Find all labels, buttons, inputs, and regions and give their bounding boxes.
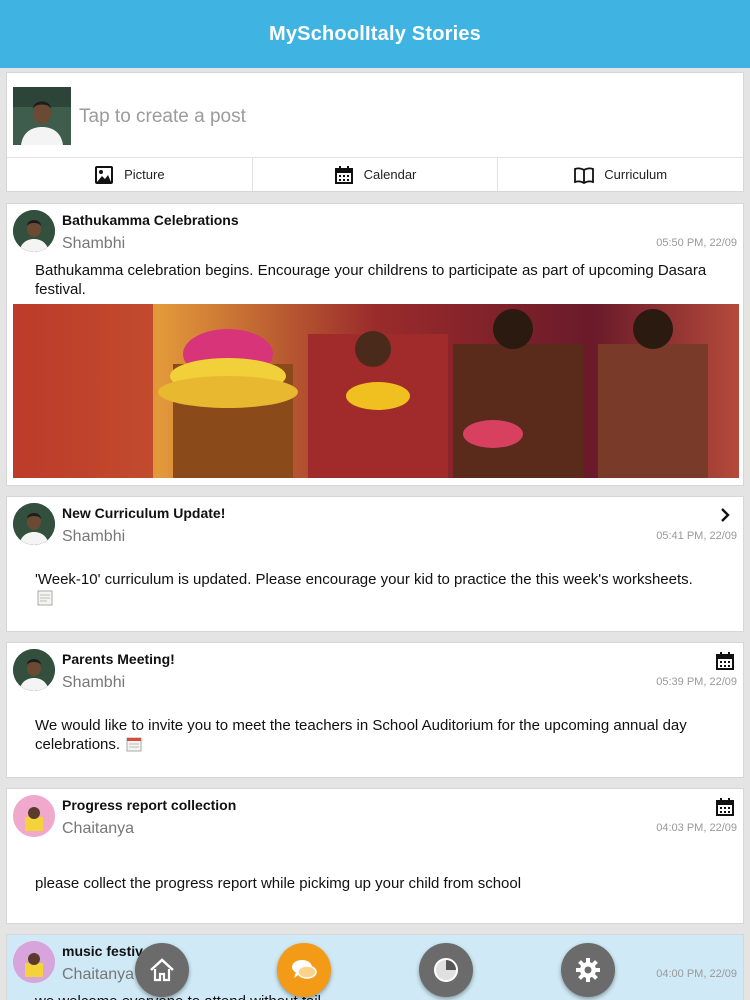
post-body: Bathukamma celebration begins. Encourage… bbox=[35, 262, 707, 298]
settings-tab-button[interactable] bbox=[561, 943, 615, 997]
post-body-wrap: 'Week-10' curriculum is updated. Please … bbox=[35, 570, 713, 608]
post-timestamp: 04:00 PM, 22/09 bbox=[656, 968, 737, 980]
home-tab-button[interactable] bbox=[135, 943, 189, 997]
avatar bbox=[13, 503, 55, 545]
chevron-right-icon[interactable] bbox=[715, 505, 735, 525]
post-title: Bathukamma Celebrations bbox=[62, 212, 239, 228]
clock-icon bbox=[434, 958, 458, 982]
post-composer[interactable]: Tap to create a post Picture Calendar Cu… bbox=[6, 72, 744, 192]
picture-icon bbox=[95, 165, 114, 184]
picture-button[interactable]: Picture bbox=[7, 158, 252, 191]
post-title: New Curriculum Update! bbox=[62, 505, 226, 521]
post-author: Shambhi bbox=[62, 528, 126, 545]
post-title: Parents Meeting! bbox=[62, 651, 175, 667]
book-icon bbox=[574, 166, 595, 184]
post-author: Chaitanya bbox=[62, 820, 135, 837]
calendar-icon[interactable] bbox=[715, 797, 735, 817]
avatar bbox=[13, 649, 55, 691]
note-icon bbox=[37, 590, 53, 606]
app-header: MySchoolItaly Stories bbox=[0, 0, 750, 68]
post-card[interactable]: Bathukamma Celebrations Shambhi 05:50 PM… bbox=[6, 203, 744, 486]
chat-bubbles-icon bbox=[292, 960, 317, 979]
post-timestamp: 05:41 PM, 22/09 bbox=[656, 530, 737, 542]
create-post-input[interactable]: Tap to create a post bbox=[79, 106, 246, 128]
picture-label: Picture bbox=[124, 167, 165, 182]
post-title: Progress report collection bbox=[62, 797, 237, 813]
post-author: Shambhi bbox=[62, 235, 126, 252]
post-timestamp: 05:50 PM, 22/09 bbox=[656, 237, 737, 249]
calendar-mini-icon bbox=[126, 737, 142, 752]
avatar bbox=[13, 210, 55, 252]
page-title: MySchoolItaly Stories bbox=[268, 22, 482, 45]
post-photo[interactable] bbox=[13, 304, 739, 478]
post-card[interactable]: Parents Meeting! Shambhi 05:39 PM, 22/09… bbox=[6, 642, 744, 778]
calendar-button[interactable]: Calendar bbox=[251, 158, 498, 191]
post-card[interactable]: Progress report collection Chaitanya 04:… bbox=[6, 788, 744, 924]
avatar bbox=[13, 87, 71, 145]
home-icon bbox=[150, 958, 174, 982]
post-timestamp: 04:03 PM, 22/09 bbox=[656, 822, 737, 834]
history-tab-button[interactable] bbox=[419, 943, 473, 997]
post-body-wrap: We would like to invite you to meet the … bbox=[35, 716, 713, 754]
post-timestamp: 05:39 PM, 22/09 bbox=[656, 676, 737, 688]
gear-icon bbox=[576, 958, 600, 982]
curriculum-label: Curriculum bbox=[604, 167, 668, 182]
avatar bbox=[13, 941, 55, 983]
avatar bbox=[13, 795, 55, 837]
post-title: music festiv bbox=[62, 943, 143, 959]
post-card[interactable]: music festiv Chaitanya 04:00 PM, 22/09 w… bbox=[6, 934, 744, 1000]
post-body: we welcome everyone to attend without fa… bbox=[35, 992, 713, 1000]
calendar-icon bbox=[334, 165, 353, 184]
calendar-label: Calendar bbox=[363, 167, 417, 182]
post-author: Shambhi bbox=[62, 674, 126, 691]
calendar-icon[interactable] bbox=[715, 651, 735, 671]
post-card[interactable]: New Curriculum Update! Shambhi 05:41 PM,… bbox=[6, 496, 744, 632]
post-author: Chaitanya bbox=[62, 966, 135, 983]
composer-actions: Picture Calendar Curriculum bbox=[7, 157, 743, 191]
post-body: 'Week-10' curriculum is updated. Please … bbox=[35, 571, 693, 588]
post-body: please collect the progress report while… bbox=[35, 875, 522, 892]
curriculum-button[interactable]: Curriculum bbox=[497, 158, 743, 191]
messages-tab-button[interactable] bbox=[277, 943, 331, 997]
